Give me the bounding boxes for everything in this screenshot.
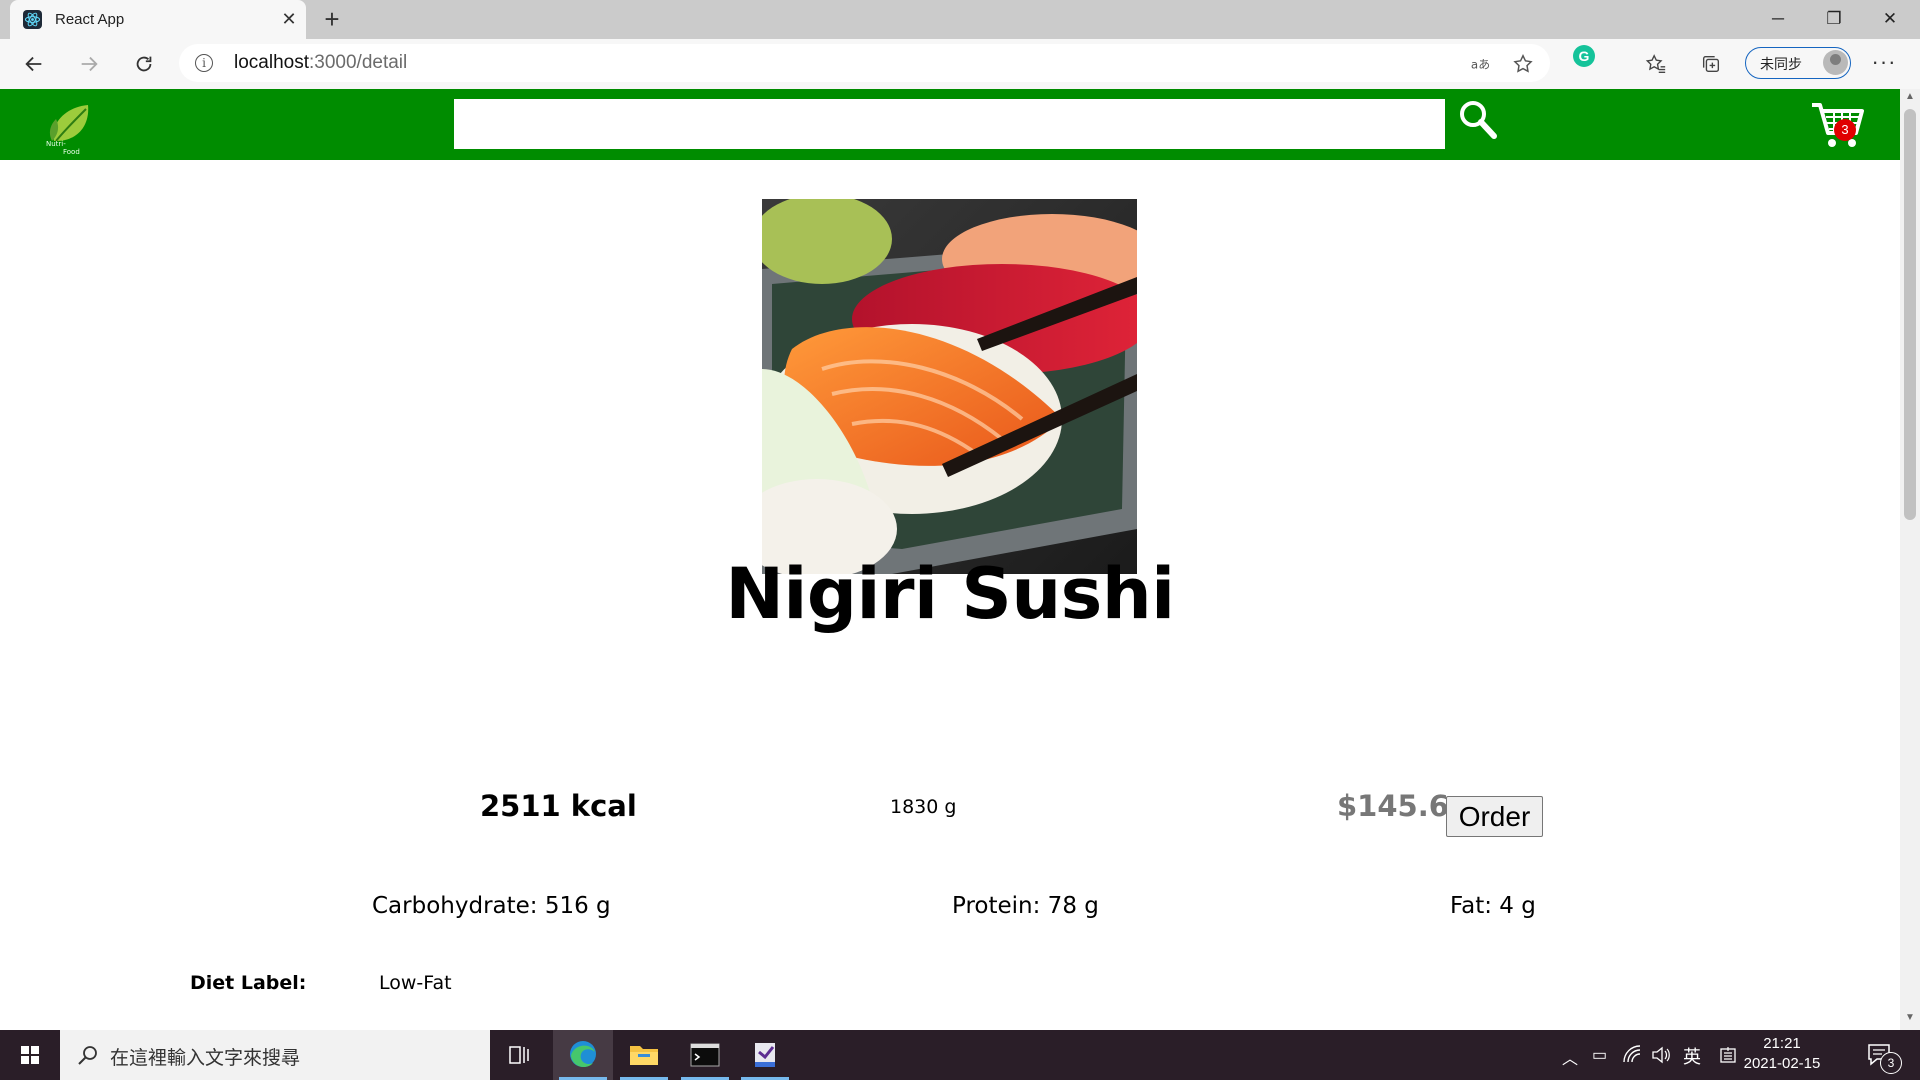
search-icon bbox=[78, 1046, 97, 1065]
order-button[interactable]: Order bbox=[1446, 796, 1543, 837]
profile-button[interactable]: 未同步 bbox=[1745, 47, 1851, 79]
address-bar[interactable]: i localhost:3000/detail aあ bbox=[179, 44, 1550, 82]
avatar bbox=[1823, 50, 1848, 75]
more-menu-button[interactable]: ··· bbox=[1868, 48, 1900, 80]
nutri-food-logo-icon[interactable]: Nutri- Food bbox=[44, 101, 96, 155]
refresh-button[interactable] bbox=[128, 48, 160, 80]
browser-tab-strip: React App ✕ + ─ ❐ ✕ bbox=[0, 0, 1920, 39]
protein-value: Protein: 78 g bbox=[952, 893, 1099, 919]
battery-icon[interactable]: ▭ bbox=[1592, 1045, 1607, 1065]
diet-label-heading: Diet Label: bbox=[190, 972, 307, 994]
task-view-icon[interactable] bbox=[490, 1030, 550, 1080]
file-explorer-icon[interactable] bbox=[614, 1030, 674, 1080]
minimize-button[interactable]: ─ bbox=[1750, 0, 1806, 39]
forward-button[interactable] bbox=[73, 48, 105, 80]
ime-pad-icon[interactable] bbox=[1718, 1045, 1738, 1065]
food-title: Nigiri Sushi bbox=[725, 553, 1175, 635]
windows-start-icon[interactable] bbox=[0, 1030, 60, 1080]
windows-taskbar: 在這裡輸入文字來搜尋 ︿ ▭ 英 21:21 2021-02-15 3 bbox=[0, 1030, 1920, 1080]
visual-studio-installer-icon[interactable] bbox=[735, 1030, 795, 1080]
add-favorite-icon[interactable] bbox=[1510, 51, 1536, 77]
app-header: Nutri- Food 3 bbox=[0, 89, 1900, 160]
react-logo-icon bbox=[23, 10, 42, 29]
svg-text:aあ: aあ bbox=[1471, 58, 1490, 72]
tab-close-icon[interactable]: ✕ bbox=[278, 8, 300, 30]
notification-count-badge: 3 bbox=[1880, 1052, 1902, 1074]
wifi-icon[interactable] bbox=[1622, 1045, 1642, 1065]
clock-date: 2021-02-15 bbox=[1743, 1055, 1821, 1072]
edge-browser-icon[interactable] bbox=[553, 1030, 613, 1080]
url-text[interactable]: localhost:3000/detail bbox=[234, 52, 407, 74]
scroll-down-icon[interactable]: ▼ bbox=[1900, 1012, 1920, 1028]
back-button[interactable] bbox=[18, 48, 50, 80]
collections-icon[interactable] bbox=[1695, 48, 1727, 80]
taskbar-search-box[interactable]: 在這裡輸入文字來搜尋 bbox=[60, 1030, 490, 1080]
fat-value: Fat: 4 g bbox=[1450, 893, 1536, 919]
search-input[interactable] bbox=[454, 99, 1445, 149]
taskbar-search-placeholder: 在這裡輸入文字來搜尋 bbox=[110, 1048, 301, 1069]
food-image bbox=[762, 199, 1137, 574]
page-viewport: Nutri- Food 3 Nigiri Sushi 2511 kcal 183… bbox=[0, 89, 1900, 1030]
grammarly-extension-icon[interactable]: G bbox=[1573, 45, 1595, 67]
page-scrollbar[interactable]: ▲ ▼ bbox=[1900, 89, 1920, 1030]
svg-text:Food: Food bbox=[63, 148, 80, 155]
carbohydrate-value: Carbohydrate: 516 g bbox=[372, 893, 611, 919]
search-icon[interactable] bbox=[1458, 99, 1500, 143]
restore-button[interactable]: ❐ bbox=[1806, 0, 1862, 39]
new-tab-button[interactable]: + bbox=[318, 6, 346, 34]
volume-icon[interactable] bbox=[1651, 1045, 1671, 1065]
tab-title: React App bbox=[55, 11, 125, 28]
terminal-icon[interactable] bbox=[675, 1030, 735, 1080]
scroll-up-icon[interactable]: ▲ bbox=[1900, 91, 1920, 107]
svg-text:Nutri-: Nutri- bbox=[46, 140, 66, 148]
profile-sync-label: 未同步 bbox=[1760, 56, 1802, 72]
close-window-button[interactable]: ✕ bbox=[1862, 0, 1918, 39]
favorites-icon[interactable] bbox=[1640, 48, 1672, 80]
show-hidden-icons-icon[interactable]: ︿ bbox=[1562, 1045, 1578, 1069]
site-info-icon[interactable]: i bbox=[195, 54, 213, 72]
input-method-indicator[interactable]: 英 bbox=[1683, 1043, 1701, 1069]
cart-count-badge: 3 bbox=[1834, 119, 1856, 141]
browser-tab[interactable]: React App ✕ bbox=[10, 0, 306, 39]
browser-toolbar: i localhost:3000/detail aあ G 未同步 ··· bbox=[0, 39, 1920, 90]
scrollbar-thumb[interactable] bbox=[1904, 109, 1916, 520]
read-aloud-icon[interactable]: aあ bbox=[1468, 51, 1494, 77]
system-clock[interactable]: 21:21 2021-02-15 bbox=[1740, 1034, 1824, 1074]
clock-time: 21:21 bbox=[1763, 1035, 1801, 1052]
weight-value: 1830 g bbox=[890, 796, 957, 818]
diet-label-value: Low-Fat bbox=[379, 972, 452, 994]
price-value: $145.6 bbox=[1337, 789, 1449, 823]
calories-value: 2511 kcal bbox=[480, 789, 637, 823]
